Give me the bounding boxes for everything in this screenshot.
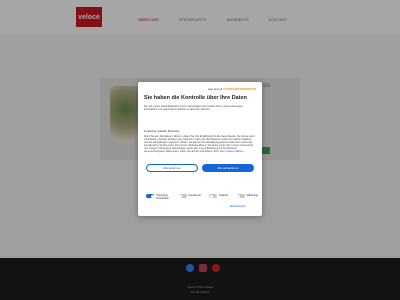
toggle-switch[interactable]	[236, 194, 245, 198]
brand-prefix: one.com	[208, 87, 220, 91]
reject-all-button[interactable]: Alle ablehnen	[146, 164, 198, 172]
cookies-info-link[interactable]: Mehr über Cookies erfahren	[214, 150, 244, 153]
consent-body: Wenn Sie auf „Akzeptieren“ klicken, erte…	[144, 135, 256, 154]
toggle-label: Marketing	[246, 194, 258, 197]
toggle-label: Unbedingt erforderlich	[156, 194, 169, 200]
consent-title: Sie haben die Kontrolle über Ihre Daten	[144, 95, 247, 101]
accept-all-button[interactable]: Alle akzeptieren	[202, 164, 254, 172]
toggle-necessary[interactable]: Unbedingt erforderlich	[146, 194, 170, 200]
toggle-label: Funktional	[188, 194, 201, 197]
toggle-marketing[interactable]: Marketing	[236, 194, 258, 198]
save-settings-link[interactable]: Einstellungen	[230, 205, 246, 208]
consent-category-toggles: Unbedingt erforderlich Funktional Statis…	[146, 194, 258, 200]
toggle-statistics[interactable]: Statistik	[209, 194, 228, 198]
consent-purposes: Funktional, Statistik, Marketing	[144, 130, 180, 133]
toggle-functional[interactable]: Funktional	[178, 194, 201, 198]
consent-brand-logo: one.com & COOKIEINFORMATION	[208, 87, 256, 91]
toggle-switch[interactable]	[178, 194, 187, 198]
toggle-switch[interactable]	[146, 194, 154, 198]
brand-name: COOKIEINFORMATION	[223, 87, 256, 91]
toggle-switch[interactable]	[209, 194, 217, 198]
consent-intro: Wir und unsere Geschäftspartner nutzen T…	[144, 105, 243, 112]
toggle-label: Statistik	[219, 194, 229, 197]
